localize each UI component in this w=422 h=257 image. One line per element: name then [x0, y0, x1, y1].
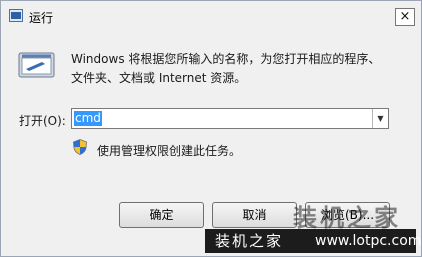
ok-button[interactable]: 确定 — [119, 202, 204, 228]
cancel-button[interactable]: 取消 — [212, 202, 297, 228]
description: Windows 将根据您所输入的名称，为您打开相应的程序、 文件夹、文档或 In… — [71, 50, 406, 88]
watermark-url: www.lotpc.com — [315, 233, 422, 249]
watermark-overlay: 装机之家 — [293, 203, 401, 232]
description-line-2: 文件夹、文档或 Internet 资源。 — [71, 71, 247, 85]
run-dialog: 运行 × Windows 将根据您所输入的名称，为您打开相应的程序、 文件夹、文… — [0, 0, 422, 257]
uac-shield-icon — [73, 139, 87, 155]
watermark-banner: 装机之家 www.lotpc.com — [205, 229, 421, 253]
open-input-value[interactable]: cmd — [74, 111, 102, 126]
chevron-down-icon[interactable]: ▼ — [372, 109, 388, 128]
close-button[interactable]: × — [395, 8, 415, 26]
admin-privilege-note: 使用管理权限创建此任务。 — [97, 144, 242, 158]
open-label: 打开(O): — [19, 114, 66, 128]
title-bar[interactable]: 运行 × — [1, 1, 421, 31]
run-icon — [9, 9, 23, 22]
window-title: 运行 — [29, 11, 54, 25]
description-line-1: Windows 将根据您所输入的名称，为您打开相应的程序、 — [71, 52, 381, 66]
run-window-icon — [18, 52, 55, 78]
watermark-brand: 装机之家 — [215, 232, 284, 250]
open-combobox[interactable]: cmd ▼ — [71, 108, 389, 129]
